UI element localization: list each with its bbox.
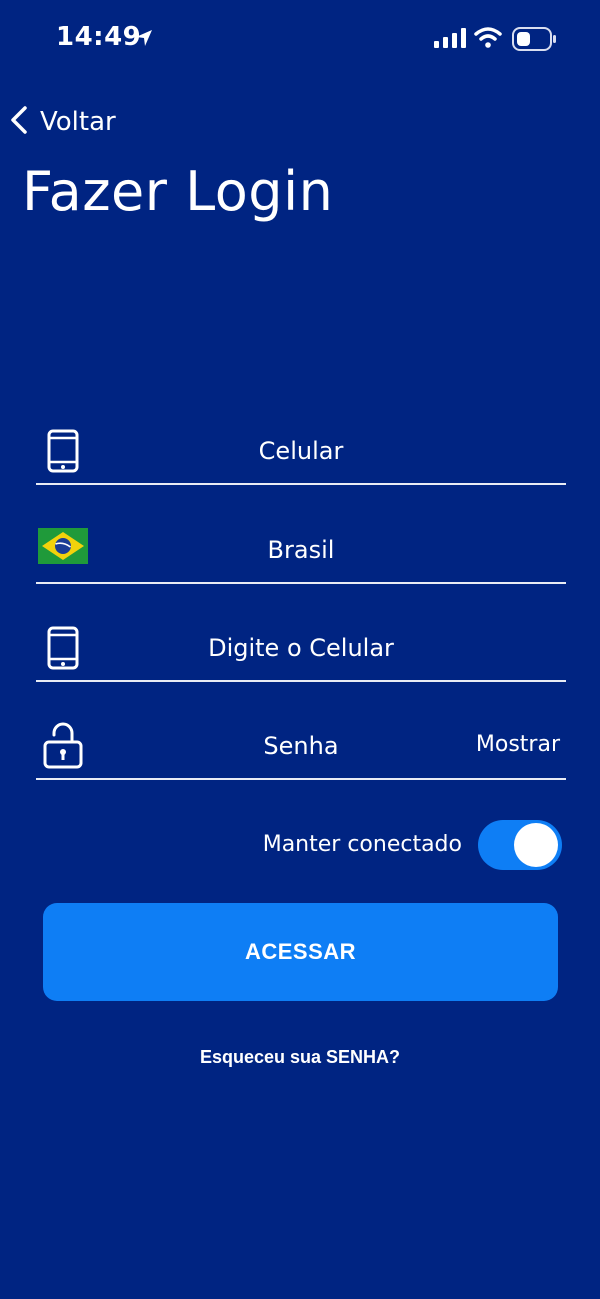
keep-connected-toggle[interactable] — [478, 820, 562, 870]
show-password-button[interactable]: Mostrar — [476, 732, 560, 757]
country-select[interactable]: Brasil — [36, 524, 566, 584]
back-label: Voltar — [40, 107, 116, 137]
battery-icon — [512, 27, 558, 56]
login-type-field[interactable]: Celular — [36, 425, 566, 485]
phone-number-input[interactable]: Digite o Celular — [36, 622, 566, 682]
forgot-password-link[interactable]: Esqueceu sua SENHA? — [0, 1047, 600, 1068]
submit-button[interactable]: ACESSAR — [43, 903, 558, 1001]
page-title: Fazer Login — [22, 160, 334, 223]
country-label: Brasil — [267, 536, 335, 564]
wifi-icon — [474, 26, 502, 53]
status-time: 14:49 — [56, 22, 142, 52]
phone-placeholder: Digite o Celular — [208, 634, 394, 662]
status-bar: 14:49 — [0, 0, 600, 80]
keep-connected-row: Manter conectado — [36, 818, 566, 874]
location-arrow-icon — [134, 28, 154, 53]
chevron-left-icon — [8, 105, 30, 140]
keep-connected-label: Manter conectado — [262, 832, 462, 857]
back-button[interactable]: Voltar — [8, 104, 116, 140]
cellular-signal-icon — [434, 28, 466, 53]
password-input[interactable]: Senha Mostrar — [36, 720, 566, 780]
toggle-knob — [514, 823, 558, 867]
login-type-label: Celular — [258, 437, 344, 465]
